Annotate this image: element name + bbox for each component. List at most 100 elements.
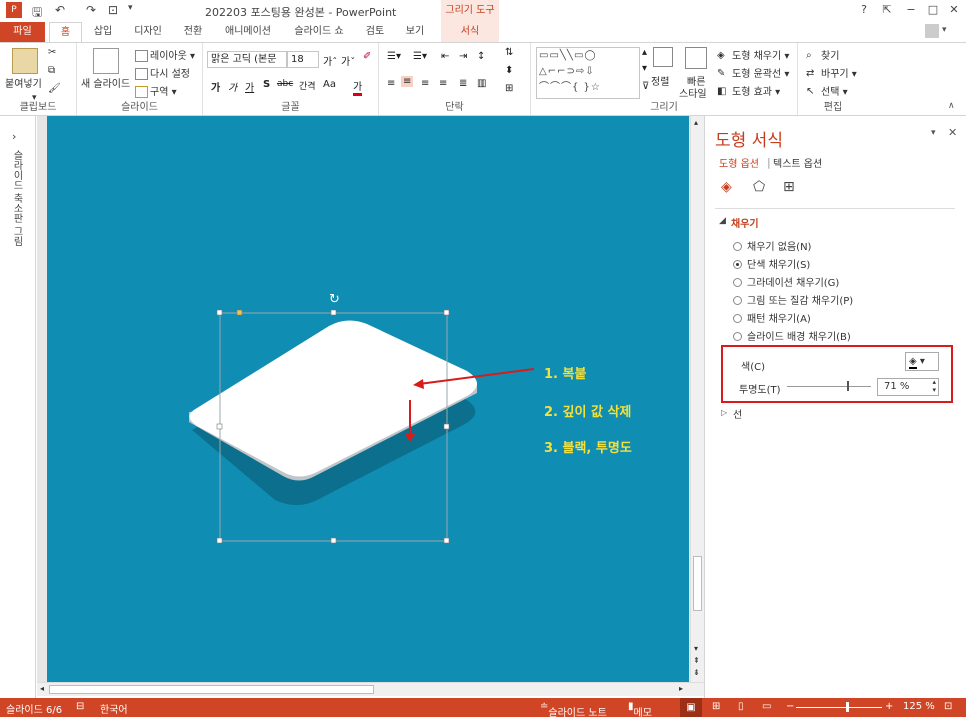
adjust-handle[interactable] xyxy=(236,309,243,316)
expand-line-icon[interactable]: ▷ xyxy=(721,408,727,417)
slide-sorter-icon[interactable]: ⊞ xyxy=(712,701,720,712)
underline-button[interactable]: 가 xyxy=(245,79,254,94)
copy-icon[interactable]: ⧉ xyxy=(48,65,55,76)
zoom-out-icon[interactable]: − xyxy=(786,701,794,712)
layout-button[interactable]: 레이아웃 ▾ xyxy=(135,47,195,62)
justify-icon[interactable]: ≡ xyxy=(439,78,447,89)
gallery-down-icon[interactable]: ▾ xyxy=(642,63,647,74)
comments-button[interactable]: ▮ 메모 xyxy=(628,701,652,719)
radio-button[interactable] xyxy=(733,331,742,341)
cut-icon[interactable]: ✂ xyxy=(48,47,56,58)
save-icon[interactable]: 🖫 xyxy=(32,3,42,24)
fit-to-window-icon[interactable]: ⊡ xyxy=(944,701,952,712)
zoom-level[interactable]: 125 % xyxy=(903,701,935,712)
pane-options-icon[interactable]: ▾ xyxy=(931,128,936,138)
clear-format-icon[interactable]: ✐ xyxy=(363,51,371,62)
fill-section-header[interactable]: 채우기 xyxy=(731,215,759,230)
line-section-header[interactable]: 선 xyxy=(733,406,742,421)
size-properties-icon[interactable]: ⊞ xyxy=(783,179,795,195)
tab-format[interactable]: 서식 xyxy=(441,22,499,42)
font-color-button[interactable]: 가 xyxy=(353,78,363,96)
columns-icon[interactable]: ▥ xyxy=(477,78,486,89)
ribbon-display-options-icon[interactable]: ⇱ xyxy=(878,3,896,16)
tab-review[interactable]: 검토 xyxy=(360,22,390,42)
radio-button-selected[interactable] xyxy=(733,259,742,269)
strikethrough-button[interactable]: abc xyxy=(277,79,293,89)
notes-button[interactable]: ≐ 슬라이드 노트 xyxy=(540,701,607,719)
arrange-button[interactable]: 정렬 xyxy=(651,73,669,88)
prev-slide-icon[interactable]: ⇞ xyxy=(693,656,700,665)
arrange-icon[interactable] xyxy=(653,47,673,67)
spinner-arrows-icon[interactable]: ▴ ▾ xyxy=(932,378,936,394)
select-button[interactable]: ↖ 선택 ▾ xyxy=(806,83,848,98)
pane-close-icon[interactable]: ✕ xyxy=(948,126,957,139)
shape-outline-button[interactable]: ✎ 도형 윤곽선 ▾ xyxy=(717,65,789,80)
account-dropdown-icon[interactable]: ▾ xyxy=(942,25,947,35)
line-spacing-icon[interactable]: ↕ xyxy=(477,51,485,62)
section-button[interactable]: 구역 ▾ xyxy=(135,83,177,98)
spellcheck-icon[interactable]: ⊟ xyxy=(76,701,84,712)
paste-icon[interactable] xyxy=(12,48,38,74)
scroll-down-icon[interactable]: ▾ xyxy=(694,644,698,653)
paste-button[interactable]: 붙여넣기 xyxy=(5,75,42,90)
tab-home[interactable]: 홈 xyxy=(49,22,82,43)
transparency-slider-thumb[interactable] xyxy=(846,381,849,391)
rotate-handle-icon[interactable]: ↻ xyxy=(329,292,340,307)
change-case-button[interactable]: Aa xyxy=(323,79,336,90)
customize-qat-icon[interactable]: ▾ xyxy=(128,3,133,13)
font-name-combo[interactable]: 맑은 고딕 (본문 xyxy=(207,51,287,68)
zoom-in-icon[interactable]: + xyxy=(885,701,893,712)
increase-indent-icon[interactable]: ⇥ xyxy=(459,51,467,62)
distributed-icon[interactable]: ≣ xyxy=(459,78,467,89)
scroll-right-icon[interactable]: ▸ xyxy=(679,684,683,693)
color-picker-button[interactable]: ◈ ▾ xyxy=(905,352,939,371)
slide-canvas[interactable]: ↻ 1. 복붙 2. 깊이 값 삭제 3. 블랙, 투명도 xyxy=(47,116,689,682)
shapes-gallery[interactable]: ▭▭╲╲▭◯ △⌐⌐⊃⇨⇩ ⌒⌒⌒{ }☆ xyxy=(536,47,640,99)
radio-solid-fill[interactable]: 단색 채우기(S) xyxy=(733,256,810,271)
font-size-combo[interactable]: 18 xyxy=(287,51,319,68)
align-center-icon[interactable]: ≡ xyxy=(401,76,414,87)
quick-styles-icon[interactable] xyxy=(685,47,707,69)
align-text-icon[interactable]: ⬍ xyxy=(505,65,513,76)
fill-line-icon[interactable]: ◈ xyxy=(721,179,732,195)
decrease-font-icon[interactable]: 가ˇ xyxy=(341,53,355,68)
text-direction-icon[interactable]: ⇅ xyxy=(505,47,513,58)
vertical-scroll-thumb[interactable] xyxy=(693,556,702,611)
start-slideshow-icon[interactable]: ⊡ xyxy=(108,3,118,17)
italic-button[interactable]: 가 xyxy=(228,79,237,94)
reset-button[interactable]: 다시 설정 xyxy=(135,65,190,80)
avatar[interactable] xyxy=(925,24,939,38)
normal-view-icon[interactable]: ▣ xyxy=(680,698,702,717)
radio-button[interactable] xyxy=(733,241,742,251)
find-button[interactable]: ⌕ 찾기 xyxy=(806,47,839,62)
effects-pentagon-icon[interactable]: ⬠ xyxy=(753,179,765,195)
format-painter-icon[interactable]: 🖌 xyxy=(48,83,61,94)
radio-pattern-fill[interactable]: 패턴 채우기(A) xyxy=(733,310,811,325)
transparency-slider[interactable] xyxy=(787,386,871,387)
undo-icon[interactable]: ↶ xyxy=(55,3,65,17)
bullets-icon[interactable]: ☰▾ xyxy=(387,51,401,62)
shadow-button[interactable]: S xyxy=(263,79,270,90)
scroll-left-icon[interactable]: ◂ xyxy=(40,684,44,693)
align-left-icon[interactable]: ≡ xyxy=(387,78,395,89)
tab-design[interactable]: 디자인 xyxy=(128,22,168,42)
radio-button[interactable] xyxy=(733,313,742,323)
redo-icon[interactable]: ↷ xyxy=(86,3,96,17)
align-right-icon[interactable]: ≡ xyxy=(421,78,429,89)
tab-file[interactable]: 파일 xyxy=(0,22,45,42)
next-slide-icon[interactable]: ⇟ xyxy=(693,668,700,677)
restore-button[interactable]: □ xyxy=(924,3,942,16)
decrease-indent-icon[interactable]: ⇤ xyxy=(441,51,449,62)
transparency-spinner[interactable]: 71 % ▴ ▾ xyxy=(877,378,939,396)
radio-picture-fill[interactable]: 그림 또는 질감 채우기(P) xyxy=(733,292,853,307)
gallery-up-icon[interactable]: ▴ xyxy=(642,47,647,58)
radio-no-fill[interactable]: 채우기 없음(N) xyxy=(733,238,811,253)
minimize-button[interactable]: − xyxy=(902,3,920,16)
tab-animations[interactable]: 애니메이션 xyxy=(220,22,276,42)
tab-transitions[interactable]: 전환 xyxy=(178,22,208,42)
slide-counter[interactable]: 슬라이드 6/6 xyxy=(6,701,62,716)
radio-button[interactable] xyxy=(733,277,742,287)
horizontal-scroll-thumb[interactable] xyxy=(49,685,374,694)
tab-shape-options[interactable]: 도형 옵션 xyxy=(719,155,759,170)
smartart-icon[interactable]: ⊞ xyxy=(505,83,513,94)
